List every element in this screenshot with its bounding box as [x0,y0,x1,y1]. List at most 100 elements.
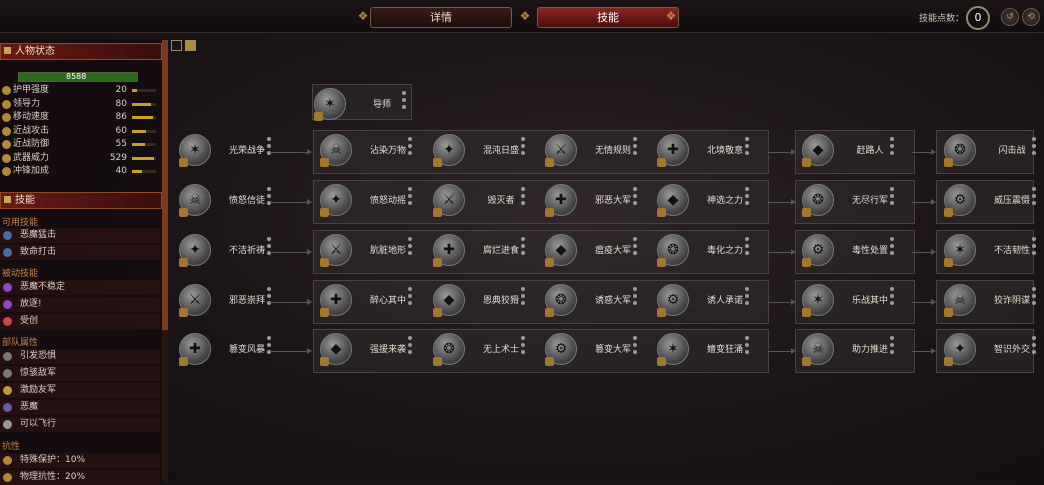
skill-node[interactable]: ❂ 毒化之力 [657,230,775,272]
attribute-item[interactable]: 恶魔 [0,400,160,415]
attribute-label: 可以飞行 [20,419,57,429]
left-scrollbar[interactable] [162,40,168,482]
connector-arrow [768,348,796,354]
stat-icon [2,153,11,163]
lock-icon [545,308,554,317]
tab-skills[interactable]: 技能 [537,7,679,28]
skill-node[interactable]: ◆ 神选之力 [657,180,775,222]
attribute-item[interactable]: 可以飞行 [0,417,160,432]
stat-icon [2,167,11,176]
resistance-item[interactable]: 物理抗性：20% [0,470,160,485]
ability-icon [3,317,12,326]
resistances-heading: 抗性 [2,442,21,452]
attribute-icon [3,420,12,429]
lock-icon [944,158,953,167]
stat-row: 领导力 80 [2,99,158,110]
ability-label: 放逐! [20,299,42,309]
ability-item[interactable]: 恶魔猛击 [0,228,160,243]
skill-node[interactable]: ✚ 北境敬意 [657,130,775,172]
stat-value: 60 [115,125,127,136]
tab-details[interactable]: 详情 [370,7,512,28]
stat-label: 移动速度 [13,112,50,122]
skill-node[interactable]: ◆ 恩典狡猾 [433,280,551,322]
unit-attributes-heading: 部队属性 [2,338,39,348]
skill-node[interactable]: ☠ 沾染万物 [320,130,438,172]
rank-pips [745,287,749,308]
rank-pips [1032,336,1036,357]
skill-node[interactable]: ◆ 强援来袭 [320,329,438,371]
usable-skills-heading: 可用技能 [2,218,39,228]
ability-item[interactable]: 受创 [0,314,160,329]
grid-view-icon[interactable] [185,40,196,51]
skill-node[interactable]: ⚔ 毁灭者 [433,180,551,222]
skill-node[interactable]: ✚ 醉心其中 [320,280,438,322]
ability-item[interactable]: 放逐! [0,297,160,312]
stat-row: 冲锋加成 40 [2,166,158,177]
rank-pips [521,237,525,258]
skill-node[interactable]: ❂ 诱惑大军 [545,280,663,322]
skill-node[interactable]: ⚙ 毒性处置 [802,230,920,272]
resistance-item[interactable]: 特殊保护：10% [0,453,160,468]
lock-icon [802,258,811,267]
skill-node[interactable]: ❂ 无上术士 [433,329,551,371]
ability-label: 受创 [20,316,39,326]
stat-bar [132,129,156,133]
skill-node[interactable]: ⚙ 威压震慑 [944,180,1044,222]
rank-pips [1032,237,1036,258]
stat-row: 武器威力 529 [2,153,158,164]
stat-bar [132,116,156,119]
attribute-item[interactable]: 引发恐惧 [0,349,160,364]
rank-pips [408,287,412,308]
stat-label: 近战攻击 [13,125,50,136]
skill-node[interactable]: ✶ 嬗变狂涌 [657,329,775,371]
connector-arrow [912,199,936,205]
skill-node[interactable]: ◆ 赶路人 [802,130,920,172]
connector-arrow [912,299,936,305]
skill-node[interactable]: ☠ 狡诈阴谋 [944,280,1044,322]
attribute-item[interactable]: 惊骇敌军 [0,366,160,381]
skill-node[interactable]: ✦ 不洁祈祷 [179,230,297,272]
skill-node[interactable]: ◆ 瘟疫大军 [545,230,663,272]
skill-node[interactable]: ⚔ 肮脏地形 [320,230,438,272]
ability-item[interactable]: 恶魔不稳定 [0,280,160,295]
undo-icon[interactable]: ↺ [1001,8,1019,26]
skill-node[interactable]: ✦ 智识外交 [944,329,1044,371]
skill-node[interactable]: ⚔ 邪恶崇拜 [179,280,297,322]
skill-node[interactable]: ✶ 乐战其中 [802,280,920,322]
stat-row: 护甲强度 20 [2,85,158,96]
connector-arrow [912,149,936,155]
skill-node[interactable]: ✚ 腐烂进食 [433,230,551,272]
lock-icon [802,308,811,317]
lock-icon [657,308,666,317]
skill-node[interactable]: ☠ 愤怒信徒 [179,180,297,222]
skill-node[interactable]: ⚔ 无情规则 [545,130,663,172]
skill-node[interactable]: ⚙ 诱人承诺 [657,280,775,322]
rank-pips [521,287,525,308]
skill-node[interactable]: ✶ 导师 [314,84,432,126]
skill-node[interactable]: ✶ 不洁韧性 [944,230,1044,272]
rank-pips [633,187,637,208]
skill-node[interactable]: ✦ 混沌日盛 [433,130,551,172]
list-view-icon[interactable] [171,40,182,51]
reset-icon[interactable]: ⟲ [1022,8,1040,26]
connector-arrow [768,199,796,205]
skill-node[interactable]: ✦ 愤怒动摇 [320,180,438,222]
skill-node[interactable]: ❂ 闪击战 [944,130,1044,172]
ability-item[interactable]: 致命打击 [0,245,160,260]
skill-node[interactable]: ⚙ 篡变大军 [545,329,663,371]
lock-icon [179,357,188,366]
attribute-item[interactable]: 激励友军 [0,383,160,398]
section-title: 人物状态 [15,46,55,57]
stat-label: 领导力 [13,98,41,109]
skill-node[interactable]: ✶ 光荣战争 [179,130,297,172]
skill-node[interactable]: ❂ 无尽行军 [802,180,920,222]
skill-node[interactable]: ✚ 篡变风暴 [179,329,297,371]
attribute-icon [3,386,12,395]
skill-node[interactable]: ✚ 邪恶大军 [545,180,663,222]
scrollbar-thumb[interactable] [162,40,168,330]
skill-node[interactable]: ☠ 助力推进 [802,329,920,371]
skill-points-value: 0 [966,6,990,30]
resistance-icon [3,473,12,482]
rank-pips [745,137,749,158]
rank-pips [267,336,271,357]
